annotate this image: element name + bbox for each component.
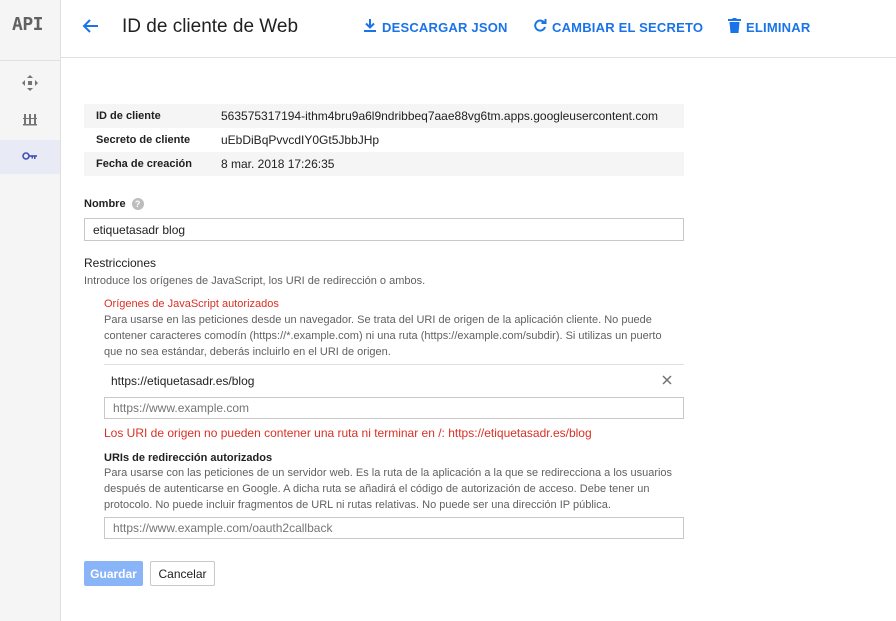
js-origin-error: Los URI de origen no pueden contener una… [104,426,592,440]
download-json-button[interactable]: DESCARGAR JSON [363,18,508,36]
js-origin-entry: https://etiquetasadr.es/blog [104,364,684,396]
js-origins-title: Orígenes de JavaScript autorizados [104,298,279,310]
js-origins-desc-line: que no sea estándar, deberás incluirlo e… [104,346,391,358]
client-id-value: 563575317194-ithm4bru9a6l9ndribbeq7aae88… [221,109,658,123]
reset-secret-button[interactable]: CAMBIAR EL SECRETO [533,18,703,36]
delete-button[interactable]: ELIMINAR [728,18,810,36]
info-label: Fecha de creación [96,158,192,170]
js-origins-desc-line: contener caracteres comodín (https://*.e… [104,330,662,342]
redirect-desc-line: protocolo. No puede incluir fragmentos d… [104,499,611,511]
reset-secret-label: CAMBIAR EL SECRETO [552,19,704,35]
download-icon [363,18,382,36]
creation-date-value: 8 mar. 2018 17:26:35 [221,157,335,171]
sidebar-item-credentials[interactable] [0,140,60,174]
redirect-desc-line: después de autenticarse en Google. A dic… [104,483,650,495]
back-arrow-icon [81,18,99,39]
redirect-desc-line: Para usarse con las peticiones de un ser… [104,467,673,479]
delete-label: ELIMINAR [746,19,811,35]
js-origin-input[interactable] [104,397,684,419]
sidebar-item-library[interactable] [0,104,60,138]
save-button[interactable]: Guardar [84,561,143,586]
trash-icon [728,18,746,36]
restrictions-title: Restricciones [84,256,157,270]
key-icon [22,148,38,166]
info-row-client-secret: Secreto de cliente uEbDiBqPvvcdIY0Gt5Jbb… [84,128,684,152]
remove-origin-button[interactable] [662,374,672,388]
redirect-uri-input[interactable] [104,517,684,539]
info-label: ID de cliente [96,110,161,122]
download-json-label: DESCARGAR JSON [382,19,508,35]
restrictions-description: Introduce los orígenes de JavaScript, lo… [84,275,426,287]
js-origin-value: https://etiquetasadr.es/blog [111,373,255,388]
info-row-client-id: ID de cliente 563575317194-ithm4bru9a6l9… [84,104,684,128]
js-origins-description: Para usarse en las peticiones desde un n… [104,312,662,360]
redirect-uris-title: URIs de redirección autorizados [104,452,273,464]
sidebar-divider [0,60,61,61]
sidebar: API [0,0,61,621]
library-icon [23,112,37,131]
name-input[interactable]: etiquetasadr blog [84,218,684,241]
header-bar: ID de cliente de Web DESCARGAR JSON CAMB… [61,0,896,58]
cancel-button[interactable]: Cancelar [150,561,215,586]
client-info-table: ID de cliente 563575317194-ithm4bru9a6l9… [84,104,684,176]
js-origins-desc-line: Para usarse en las peticiones desde un n… [104,314,652,326]
refresh-icon [533,18,552,36]
info-row-created: Fecha de creación 8 mar. 2018 17:26:35 [84,152,684,176]
client-secret-value: uEbDiBqPvvcdIY0Gt5JbbJHp [221,133,380,147]
page-title: ID de cliente de Web [122,16,299,37]
help-icon[interactable]: ? [131,198,144,211]
name-field-label: Nombre [84,198,126,210]
sidebar-item-dashboard[interactable] [0,68,60,102]
back-button[interactable] [77,15,103,41]
move-arrows-icon [22,74,38,96]
info-label: Secreto de cliente [96,134,191,146]
redirect-uris-description: Para usarse con las peticiones de un ser… [104,465,672,513]
close-icon [662,374,672,388]
api-logo: API [12,14,44,35]
name-field-label-row: Nombre? [84,198,144,211]
